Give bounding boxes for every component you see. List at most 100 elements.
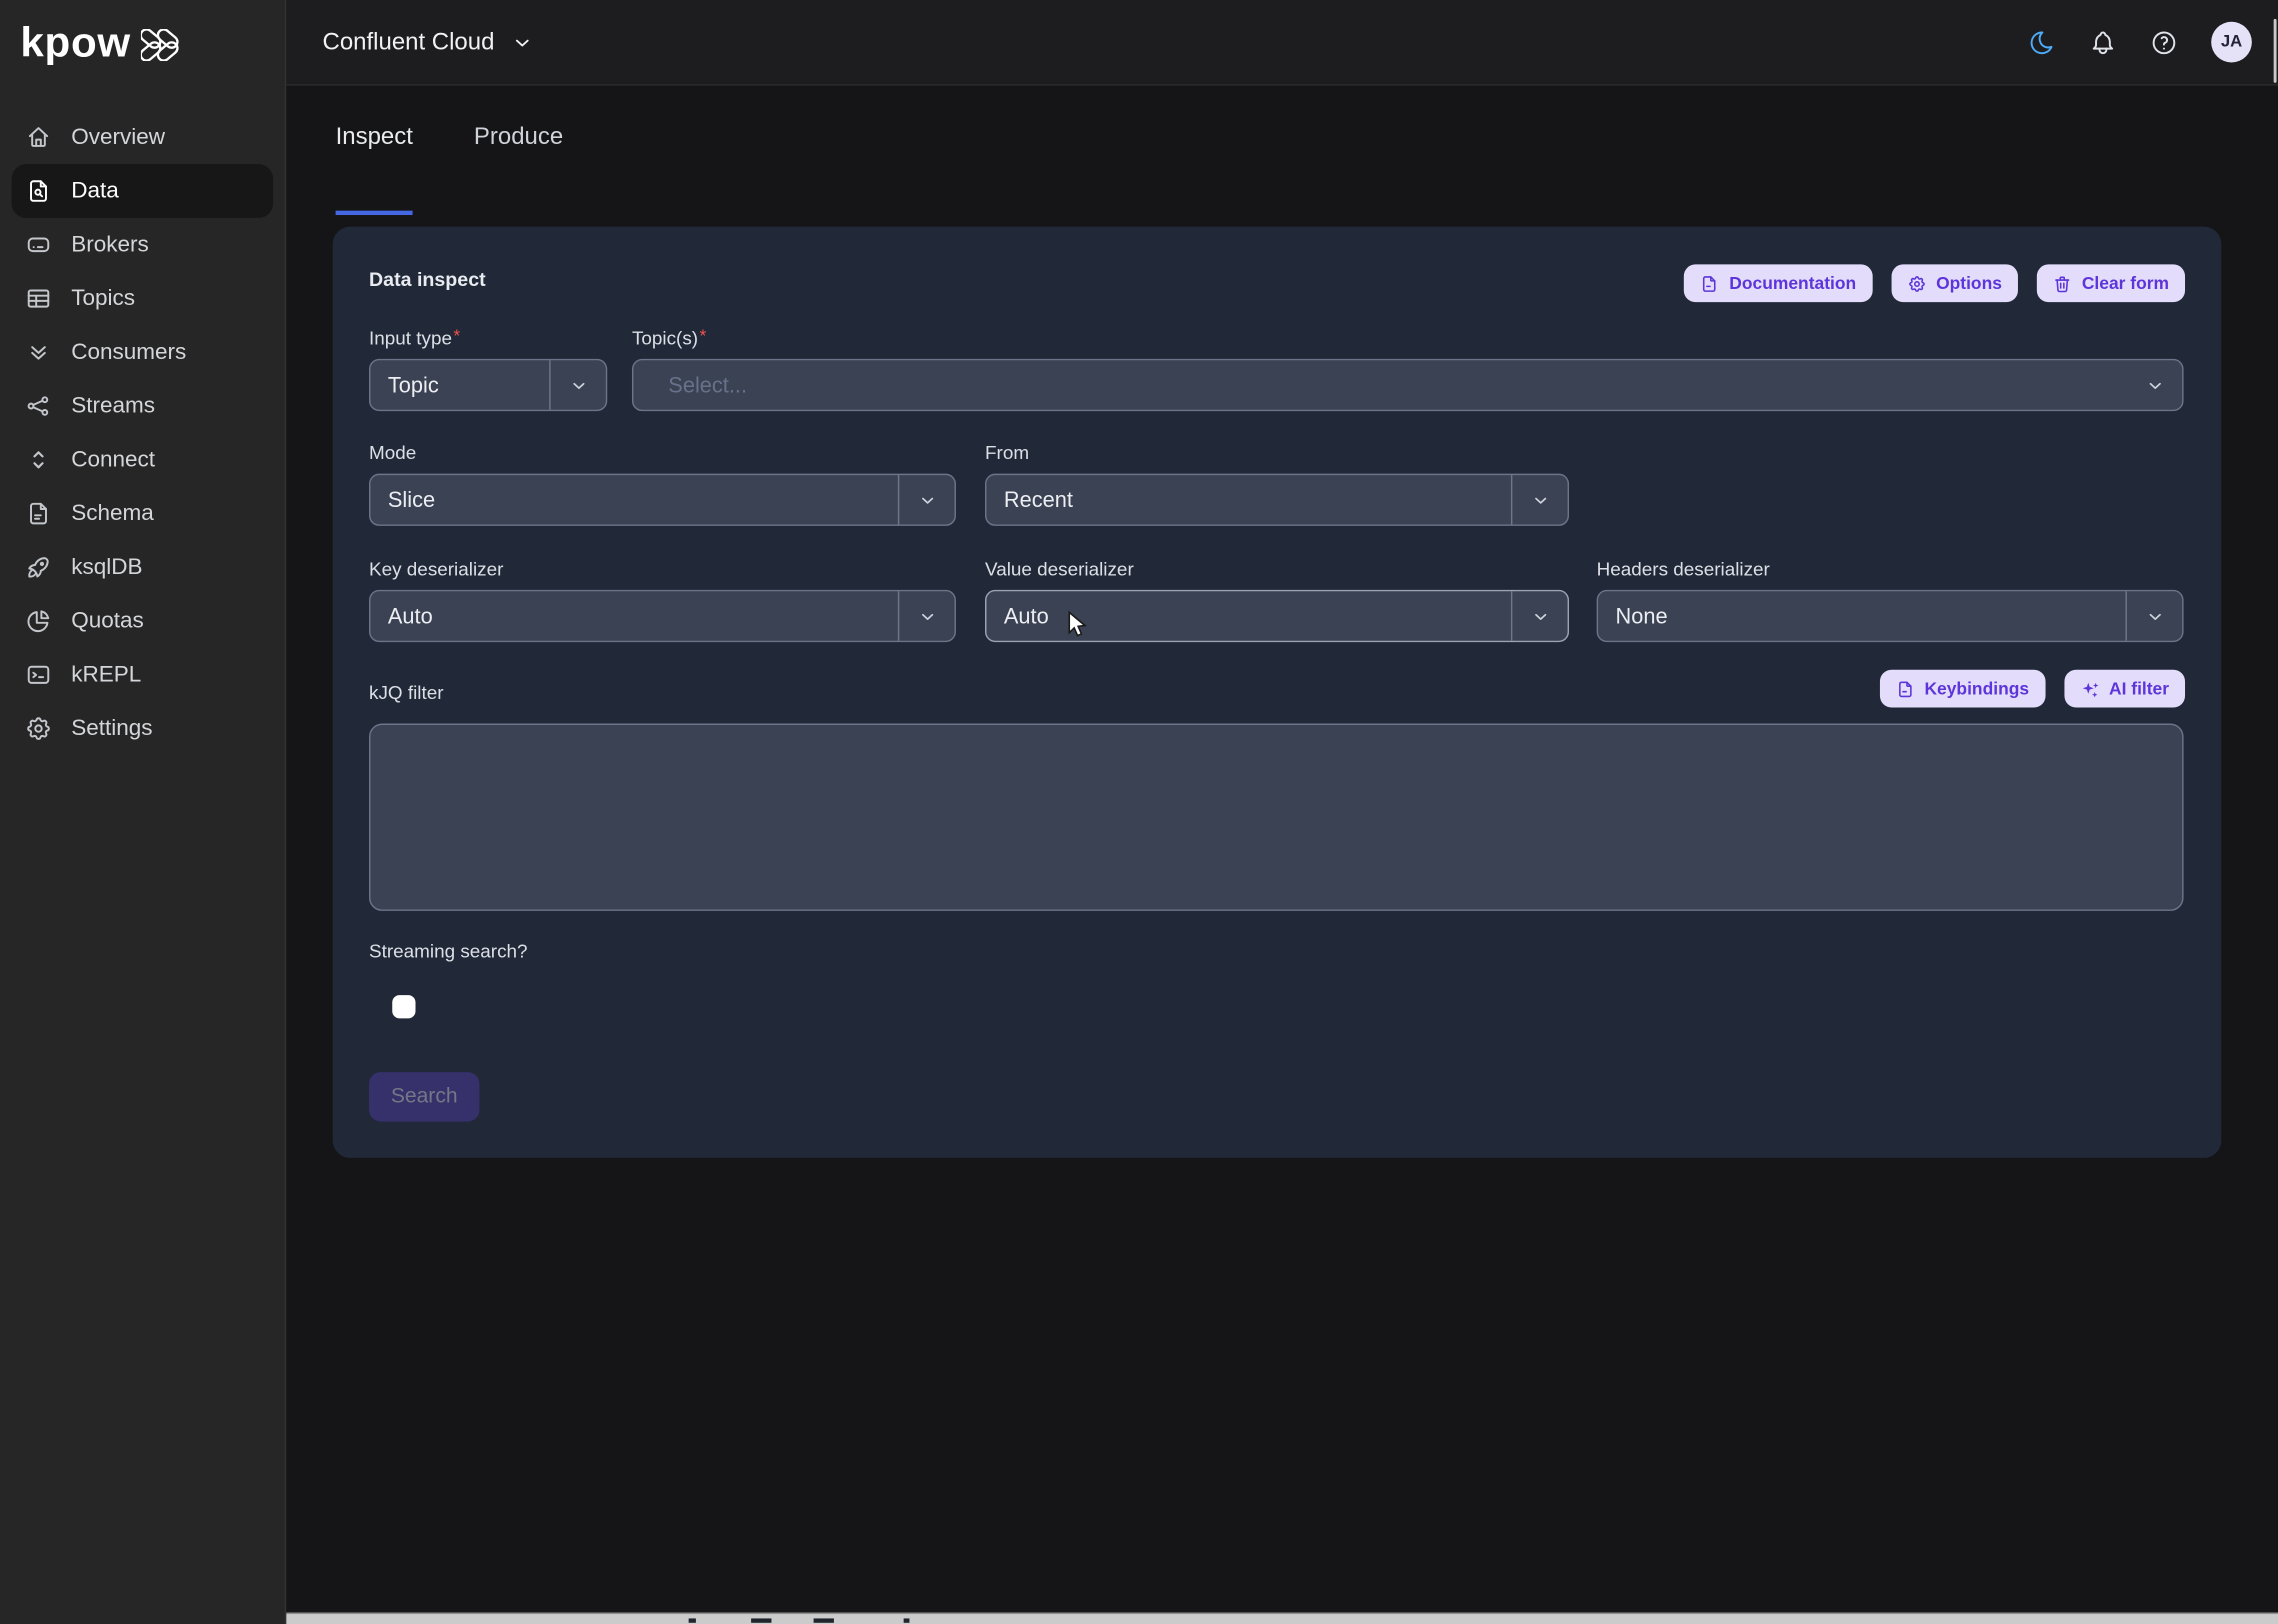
panel-title: Data inspect <box>369 269 486 291</box>
kpow-logo: kpow <box>20 23 190 65</box>
panel-header-buttons: Documentation Options Clear form <box>1684 264 2185 302</box>
gear-icon <box>1907 274 1926 293</box>
key-deserializer-value: Auto <box>370 604 897 629</box>
keybindings-button[interactable]: Keybindings <box>1879 670 2045 708</box>
keybindings-label: Keybindings <box>1924 678 2029 698</box>
pie-chart-icon <box>25 607 53 635</box>
chevron-down-icon <box>917 490 936 509</box>
sidebar-item-krepl[interactable]: kREPL <box>12 648 274 702</box>
sidebar-item-schema[interactable]: Schema <box>12 487 274 541</box>
key-deserializer-select[interactable]: Auto <box>369 590 956 642</box>
sidebar-item-data[interactable]: Data <box>12 164 274 218</box>
chevron-down-icon <box>917 607 936 626</box>
sidebar-item-ksqldb[interactable]: ksqlDB <box>12 540 274 594</box>
sidebar-item-label: Data <box>71 178 119 204</box>
search-button[interactable]: Search <box>369 1072 479 1121</box>
from-value: Recent <box>986 487 1510 512</box>
sidebar-nav: Overview Data Brokers Topics Consumers S… <box>0 110 285 755</box>
dark-mode-moon-icon[interactable] <box>2028 28 2056 56</box>
file-text-icon <box>25 500 53 528</box>
trash-icon <box>2053 274 2072 293</box>
sparkles-icon <box>2080 679 2099 698</box>
streaming-search-checkbox[interactable] <box>392 995 415 1018</box>
sidebar: kpow Overview Data Brokers <box>0 0 286 1624</box>
ai-filter-button[interactable]: AI filter <box>2064 670 2185 708</box>
kpow-logo-text: kpow <box>20 23 131 65</box>
sidebar-item-consumers[interactable]: Consumers <box>12 325 274 379</box>
strip-mark <box>904 1618 910 1622</box>
sidebar-item-label: ksqlDB <box>71 554 142 580</box>
chevrons-down-icon <box>25 339 53 367</box>
key-deserializer-label: Key deserializer <box>369 558 503 580</box>
topics-select[interactable]: Select... <box>632 359 2184 411</box>
mode-select[interactable]: Slice <box>369 474 956 526</box>
options-button[interactable]: Options <box>1891 264 2018 302</box>
topics-label: Topic(s)* <box>632 325 706 348</box>
sidebar-item-settings[interactable]: Settings <box>12 702 274 756</box>
gear-icon <box>25 715 53 743</box>
chevron-down-icon <box>512 31 534 53</box>
clear-form-label: Clear form <box>2082 273 2169 293</box>
tab-bar: Inspect Produce <box>336 123 564 171</box>
strip-mark <box>814 1618 834 1622</box>
tab-produce[interactable]: Produce <box>474 123 563 171</box>
required-asterisk: * <box>453 325 460 345</box>
sidebar-item-label: Consumers <box>71 339 186 365</box>
sidebar-item-connect[interactable]: Connect <box>12 433 274 487</box>
value-deserializer-value: Auto <box>986 604 1510 629</box>
help-icon[interactable] <box>2150 28 2178 56</box>
share-icon <box>25 392 53 420</box>
headers-deserializer-select[interactable]: None <box>1597 590 2184 642</box>
terminal-icon <box>25 661 53 689</box>
scrollbar-sliver[interactable] <box>2273 19 2277 83</box>
sidebar-item-label: kREPL <box>71 662 141 688</box>
notifications-bell-icon[interactable] <box>2089 28 2117 56</box>
kjq-filter-label: kJQ filter <box>369 681 444 703</box>
app-window: kpow Overview Data Brokers <box>0 0 2278 1624</box>
sidebar-item-label: Overview <box>71 124 165 150</box>
table-icon <box>25 285 53 313</box>
tab-inspect[interactable]: Inspect <box>336 123 413 214</box>
sidebar-item-streams[interactable]: Streams <box>12 379 274 433</box>
data-inspect-panel: Data inspect Documentation Options Clear… <box>333 227 2222 1158</box>
chevron-down-icon <box>2145 607 2164 626</box>
input-type-value: Topic <box>370 373 549 398</box>
documentation-label: Documentation <box>1729 273 1856 293</box>
documentation-button[interactable]: Documentation <box>1684 264 1872 302</box>
required-asterisk: * <box>700 325 707 345</box>
document-icon <box>1895 679 1914 698</box>
strip-mark <box>689 1618 696 1622</box>
sidebar-item-overview[interactable]: Overview <box>12 110 274 164</box>
chevron-down-icon <box>2145 376 2164 395</box>
topics-placeholder: Select... <box>633 373 2126 398</box>
file-search-icon <box>25 177 53 205</box>
kpow-logo-chevrons-icon <box>141 28 190 60</box>
headers-deserializer-label: Headers deserializer <box>1597 558 1770 580</box>
sidebar-item-topics[interactable]: Topics <box>12 272 274 326</box>
sidebar-item-quotas[interactable]: Quotas <box>12 594 274 648</box>
value-deserializer-label: Value deserializer <box>985 558 1134 580</box>
bottom-window-strip <box>0 1613 2278 1624</box>
environment-label: Confluent Cloud <box>323 28 495 56</box>
streaming-search-label: Streaming search? <box>369 940 528 962</box>
kjq-filter-textarea[interactable] <box>369 723 2184 910</box>
avatar[interactable]: JA <box>2211 22 2252 63</box>
sidebar-item-label: Schema <box>71 500 154 526</box>
value-deserializer-select[interactable]: Auto <box>985 590 1569 642</box>
strip-mark <box>751 1618 771 1622</box>
clear-form-button[interactable]: Clear form <box>2037 264 2185 302</box>
sidebar-item-label: Streams <box>71 393 155 419</box>
kjq-filter-buttons: Keybindings AI filter <box>1879 670 2185 708</box>
sidebar-item-label: Connect <box>71 447 155 473</box>
environment-selector[interactable]: Confluent Cloud <box>323 0 534 84</box>
main-content: Inspect Produce Data inspect Documentati… <box>286 86 2278 1624</box>
document-icon <box>1700 274 1719 293</box>
chevron-down-icon <box>1531 607 1550 626</box>
from-select[interactable]: Recent <box>985 474 1569 526</box>
from-label: From <box>985 442 1029 464</box>
sidebar-item-brokers[interactable]: Brokers <box>12 218 274 272</box>
unfold-icon <box>25 446 53 474</box>
mode-value: Slice <box>370 487 897 512</box>
sidebar-item-label: Quotas <box>71 608 144 634</box>
input-type-select[interactable]: Topic <box>369 359 607 411</box>
